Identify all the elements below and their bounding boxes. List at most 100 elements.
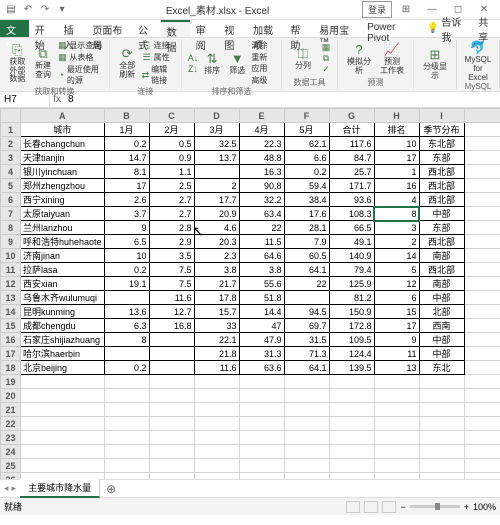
whatif-button[interactable]: ? 模拟分析 (344, 42, 374, 76)
empty-cell[interactable] (329, 473, 374, 480)
data-cell[interactable]: 0.5 (149, 137, 194, 151)
data-cell[interactable]: 60.5 (284, 249, 329, 263)
data-cell[interactable]: 117.6 (329, 137, 374, 151)
tab-view[interactable]: 视图 (218, 20, 247, 37)
header-cell[interactable]: 城市 (21, 123, 105, 137)
data-cell[interactable]: 3.7 (104, 207, 149, 221)
data-cell[interactable]: 10 (104, 249, 149, 263)
data-cell[interactable]: 109.5 (329, 333, 374, 347)
text-to-columns-button[interactable]: ⎅ 分列 (288, 46, 318, 71)
empty-cell[interactable] (21, 459, 105, 473)
empty-cell[interactable] (374, 459, 419, 473)
data-cell[interactable]: 64.1 (284, 361, 329, 375)
data-cell[interactable]: 14.7 (104, 151, 149, 165)
column-header-D[interactable]: D (194, 109, 239, 123)
header-cell[interactable]: 季节分布 (419, 123, 464, 137)
empty-cell[interactable] (104, 403, 149, 417)
empty-cell[interactable] (194, 473, 239, 480)
data-cell[interactable]: 22.3 (239, 137, 284, 151)
data-cell[interactable]: 51.8 (239, 291, 284, 305)
empty-cell[interactable] (419, 445, 464, 459)
row-header-7[interactable]: 7 (1, 207, 21, 221)
data-cell[interactable]: 0.2 (104, 263, 149, 277)
data-cell[interactable]: 0.2 (104, 361, 149, 375)
empty-cell[interactable] (21, 389, 105, 403)
row-header-2[interactable]: 2 (1, 137, 21, 151)
data-cell[interactable]: 7.5 (149, 263, 194, 277)
pagebreak-view-button[interactable] (382, 501, 396, 513)
data-cell[interactable]: 7.5 (149, 277, 194, 291)
qat-dropdown-icon[interactable]: ▾ (55, 3, 69, 17)
flash-fill-button[interactable]: ▦ (321, 43, 331, 53)
data-cell[interactable]: 11 (374, 347, 419, 361)
empty-cell[interactable] (194, 375, 239, 389)
data-cell[interactable] (149, 347, 194, 361)
data-cell[interactable]: 拉萨lasa (21, 263, 105, 277)
empty-cell[interactable] (104, 459, 149, 473)
tab-data[interactable]: 数据 (161, 20, 190, 37)
empty-cell[interactable] (104, 473, 149, 480)
empty-cell[interactable] (104, 445, 149, 459)
empty-cell[interactable] (374, 417, 419, 431)
row-header-4[interactable]: 4 (1, 165, 21, 179)
data-cell[interactable]: 21.7 (194, 277, 239, 291)
data-cell[interactable]: 14.4 (239, 305, 284, 319)
data-cell[interactable]: 63.4 (239, 207, 284, 221)
data-cell[interactable]: 昆明kunming (21, 305, 105, 319)
row-header-20[interactable]: 20 (1, 389, 21, 403)
data-cell[interactable]: 6.5 (104, 235, 149, 249)
data-cell[interactable]: 22 (239, 221, 284, 235)
data-cell[interactable]: 东北部 (419, 137, 464, 151)
row-header-12[interactable]: 12 (1, 277, 21, 291)
data-cell[interactable]: 25.7 (329, 165, 374, 179)
header-cell[interactable]: 5月 (284, 123, 329, 137)
header-cell[interactable]: 合计 (329, 123, 374, 137)
data-cell[interactable] (149, 333, 194, 347)
data-cell[interactable]: 22.1 (194, 333, 239, 347)
column-header-H[interactable]: H (374, 109, 419, 123)
data-cell[interactable]: 12.7 (149, 305, 194, 319)
data-cell[interactable]: 31.3 (239, 347, 284, 361)
empty-cell[interactable] (21, 473, 105, 480)
column-header-E[interactable]: E (239, 109, 284, 123)
name-box[interactable]: H7 (0, 92, 50, 107)
row-header-11[interactable]: 11 (1, 263, 21, 277)
data-cell[interactable]: 9 (374, 333, 419, 347)
row-header-25[interactable]: 25 (1, 459, 21, 473)
empty-cell[interactable] (374, 473, 419, 480)
data-cell[interactable]: 71.3 (284, 347, 329, 361)
data-cell[interactable]: 17 (374, 319, 419, 333)
empty-cell[interactable] (104, 375, 149, 389)
data-cell[interactable]: 3.5 (149, 249, 194, 263)
empty-cell[interactable] (329, 403, 374, 417)
row-header-3[interactable]: 3 (1, 151, 21, 165)
ribbon-options-icon[interactable]: ⊞ (394, 2, 418, 18)
data-cell[interactable]: 22 (284, 277, 329, 291)
empty-cell[interactable] (104, 389, 149, 403)
data-cell[interactable]: 62.1 (284, 137, 329, 151)
column-header-F[interactable]: F (284, 109, 329, 123)
reapply-button[interactable]: 重新应用 (251, 52, 275, 74)
empty-cell[interactable] (239, 375, 284, 389)
properties-button[interactable]: ☰属性 (142, 52, 175, 63)
header-cell[interactable]: 3月 (194, 123, 239, 137)
sheet-tab-main[interactable]: 主要城市降水量 (20, 479, 100, 498)
refresh-all-button[interactable]: ⟳ 全部刷新 (116, 46, 139, 80)
data-cell[interactable]: 2.7 (149, 207, 194, 221)
data-cell[interactable]: 3.8 (194, 263, 239, 277)
data-cell[interactable]: 12 (374, 277, 419, 291)
normal-view-button[interactable] (346, 501, 360, 513)
empty-cell[interactable] (374, 403, 419, 417)
zoom-in-button[interactable]: + (464, 502, 469, 512)
data-cell[interactable]: 0.2 (104, 137, 149, 151)
new-query-button[interactable]: ⧉ 新建查询 (32, 46, 55, 80)
data-cell[interactable]: 49.1 (329, 235, 374, 249)
data-cell[interactable]: 15.7 (194, 305, 239, 319)
zoom-out-button[interactable]: − (400, 502, 405, 512)
data-cell[interactable]: 139.5 (329, 361, 374, 375)
data-cell[interactable] (149, 361, 194, 375)
data-cell[interactable]: 171.7 (329, 179, 374, 193)
data-cell[interactable]: 8 (104, 333, 149, 347)
empty-cell[interactable] (194, 417, 239, 431)
data-cell[interactable]: 北部 (419, 305, 464, 319)
